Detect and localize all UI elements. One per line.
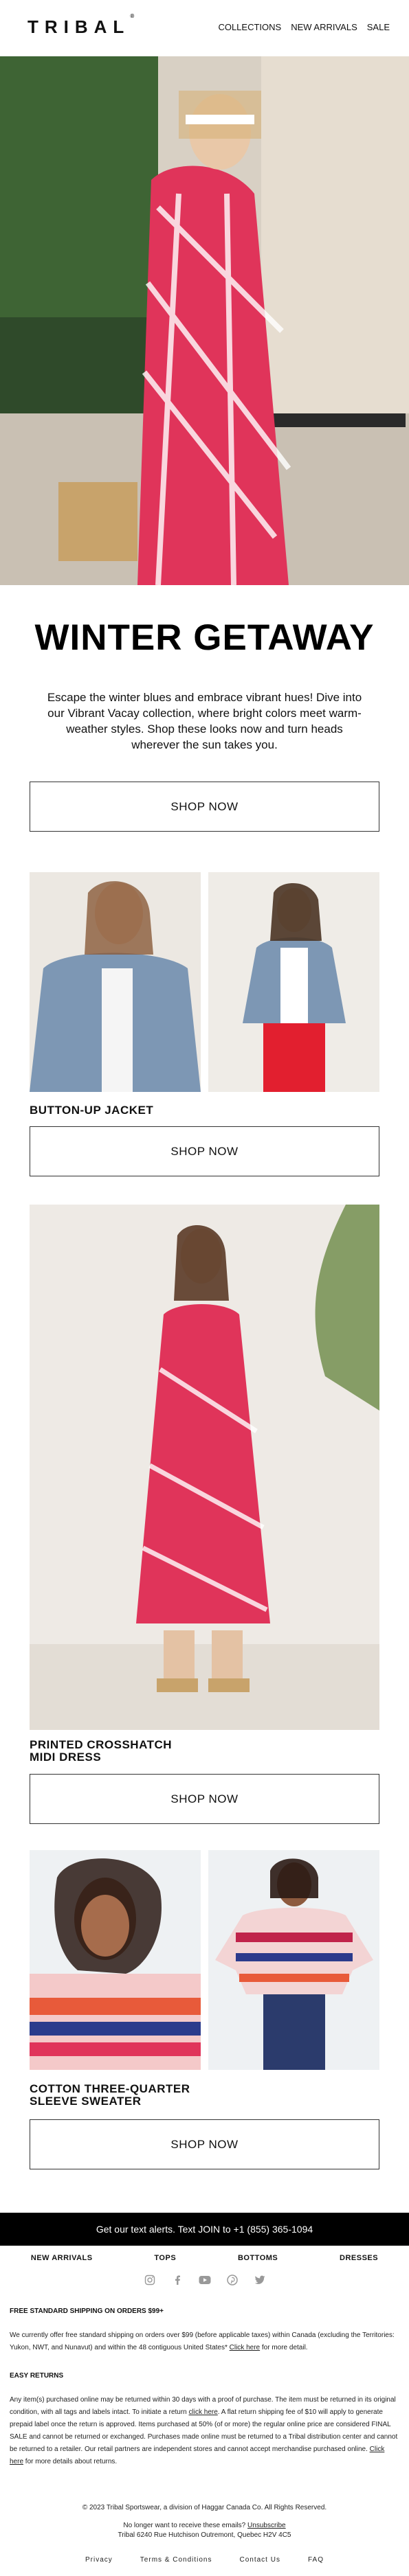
footer-nav-dresses[interactable]: DRESSES <box>340 2254 378 2262</box>
unsubscribe-text: No longer want to receive these emails? … <box>123 2522 286 2529</box>
returns-initiate-link[interactable]: click here <box>189 2408 218 2416</box>
sweater-image-2[interactable] <box>208 1850 379 2070</box>
bottom-links: Privacy Terms & Conditions Contact Us FA… <box>0 2556 409 2564</box>
shipping-text: We currently offer free standard shippin… <box>10 2332 395 2351</box>
footer-nav-bottoms[interactable]: BOTTOMS <box>238 2254 278 2262</box>
returns-text: Any item(s) purchased online may be retu… <box>10 2396 398 2465</box>
nav-collections[interactable]: COLLECTIONS <box>218 22 281 32</box>
dress-image[interactable] <box>30 1205 379 1730</box>
top-nav: COLLECTIONS NEW ARRIVALS SALE <box>218 22 390 32</box>
jacket-image-1[interactable] <box>30 872 201 1092</box>
shipping-heading: FREE STANDARD SHIPPING ON ORDERS $99+ <box>10 2307 164 2315</box>
dress-shop-now-button[interactable]: SHOP NOW <box>30 1774 379 1824</box>
brand-logo[interactable]: TRIBAL® <box>27 13 134 38</box>
shipping-details-link[interactable]: Click here <box>230 2344 260 2351</box>
footer-nav: NEW ARRIVALS TOPS BOTTOMS DRESSES <box>0 2254 409 2262</box>
terms-link[interactable]: Terms & Conditions <box>140 2556 212 2564</box>
contact-link[interactable]: Contact Us <box>240 2556 280 2564</box>
sweater-image-1[interactable] <box>30 1850 201 2070</box>
hero-shop-now-button[interactable]: SHOP NOW <box>30 782 379 832</box>
text-alert-label: Get our text alerts. Text JOIN to +1 (85… <box>96 2224 313 2235</box>
social-icons <box>0 2273 409 2287</box>
twitter-icon[interactable] <box>253 2273 267 2287</box>
hero-title: WINTER GETAWAY <box>34 617 375 658</box>
nav-new-arrivals[interactable]: NEW ARRIVALS <box>291 22 357 32</box>
facebook-icon[interactable] <box>170 2273 184 2287</box>
youtube-icon[interactable] <box>198 2273 212 2287</box>
copyright-text: © 2023 Tribal Sportswear, a division of … <box>82 2504 327 2511</box>
footer-nav-tops[interactable]: TOPS <box>154 2254 176 2262</box>
instagram-icon[interactable] <box>143 2273 157 2287</box>
product-label-sweater: COTTON THREE-QUARTER SLEEVE SWEATER <box>30 2082 190 2108</box>
email-header: TRIBAL® COLLECTIONS NEW ARRIVALS SALE <box>0 0 409 56</box>
jacket-image-2[interactable] <box>208 872 379 1092</box>
nav-sale[interactable]: SALE <box>367 22 390 32</box>
privacy-link[interactable]: Privacy <box>85 2556 113 2564</box>
pinterest-icon[interactable] <box>225 2273 239 2287</box>
product-label-jacket: BUTTON-UP JACKET <box>30 1104 154 1117</box>
sweater-shop-now-button[interactable]: SHOP NOW <box>30 2119 379 2169</box>
jacket-shop-now-button[interactable]: SHOP NOW <box>30 1126 379 1176</box>
product-label-dress: PRINTED CROSSHATCH MIDI DRESS <box>30 1738 173 1764</box>
faq-link[interactable]: FAQ <box>308 2556 324 2564</box>
unsubscribe-link[interactable]: Unsubscribe <box>247 2522 286 2529</box>
returns-heading: EASY RETURNS <box>10 2372 64 2380</box>
mailing-address: Tribal 6240 Rue Hutchison Outremont, Que… <box>118 2531 291 2539</box>
hero-image[interactable] <box>0 56 409 585</box>
hero-intro: Escape the winter blues and embrace vibr… <box>47 691 362 751</box>
text-alert-bar[interactable]: Get our text alerts. Text JOIN to +1 (85… <box>0 2213 409 2246</box>
footer-nav-new-arrivals[interactable]: NEW ARRIVALS <box>31 2254 93 2262</box>
